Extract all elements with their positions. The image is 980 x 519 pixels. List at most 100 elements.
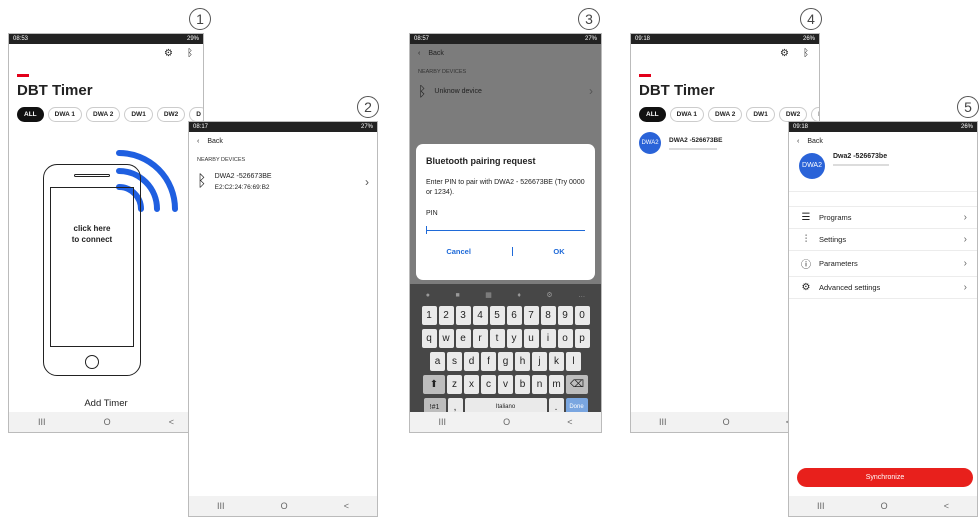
- device-name: Unknow device: [434, 87, 482, 95]
- key[interactable]: 9: [557, 306, 573, 325]
- chip-all[interactable]: ALL: [17, 107, 44, 122]
- add-timer-label[interactable]: Add Timer: [9, 398, 203, 409]
- connect-phone-button[interactable]: click here to connect: [43, 164, 141, 376]
- key[interactable]: 8: [540, 306, 556, 325]
- chip-dwa2[interactable]: DWA 2: [86, 107, 121, 122]
- key[interactable]: l: [566, 352, 581, 371]
- more-icon[interactable]: …: [578, 292, 585, 299]
- recent-apps-button[interactable]: III: [217, 501, 225, 511]
- key[interactable]: q: [421, 329, 437, 348]
- key[interactable]: o: [557, 329, 573, 348]
- gear-icon[interactable]: ⚙: [164, 48, 173, 62]
- menu-settings[interactable]: ⫶ Settings ›: [789, 229, 977, 251]
- home-button[interactable]: O: [281, 501, 288, 511]
- key[interactable]: r: [472, 329, 488, 348]
- phone-caption: click here to connect: [50, 223, 134, 245]
- device-row[interactable]: ᛒ DWA2 -526673BE E2:C2:24:76:69:B2 ›: [189, 167, 377, 197]
- chip-dw2[interactable]: DW2: [778, 107, 808, 122]
- key[interactable]: c: [481, 375, 496, 394]
- home-button[interactable]: O: [881, 501, 888, 511]
- key[interactable]: 0: [574, 306, 590, 325]
- back-row[interactable]: ‹ Back: [789, 132, 977, 151]
- caption-line-1: click here: [73, 224, 111, 233]
- back-label: Back: [807, 138, 823, 145]
- chip-dwa2[interactable]: DWA 2: [708, 107, 743, 122]
- key[interactable]: t: [489, 329, 505, 348]
- key[interactable]: d: [464, 352, 479, 371]
- bluetooth-icon[interactable]: ᛒ: [803, 48, 809, 62]
- gear-icon[interactable]: ⚙: [780, 48, 789, 62]
- backspace-key-icon[interactable]: ⌫: [566, 375, 588, 394]
- key[interactable]: a: [430, 352, 445, 371]
- chip-dwa1[interactable]: DWA 1: [669, 107, 704, 122]
- key[interactable]: z: [447, 375, 462, 394]
- device-row[interactable]: ᛒ Unknow device ›: [410, 79, 601, 103]
- pin-input[interactable]: [426, 221, 585, 234]
- key[interactable]: 2: [438, 306, 454, 325]
- chip-dwa1[interactable]: DWA 1: [47, 107, 82, 122]
- key[interactable]: g: [498, 352, 513, 371]
- back-nav-button[interactable]: <: [567, 417, 572, 427]
- key[interactable]: k: [549, 352, 564, 371]
- menu-programs[interactable]: ☰ Programs ›: [789, 207, 977, 229]
- key[interactable]: v: [498, 375, 513, 394]
- key[interactable]: s: [447, 352, 462, 371]
- ok-button[interactable]: OK: [553, 247, 564, 256]
- key[interactable]: i: [540, 329, 556, 348]
- device-info: DWA2 -526673BE E2:C2:24:76:69:B2: [215, 171, 272, 193]
- cancel-button[interactable]: Cancel: [446, 247, 471, 256]
- key[interactable]: w: [438, 329, 454, 348]
- key[interactable]: 7: [523, 306, 539, 325]
- recent-apps-button[interactable]: III: [659, 417, 667, 427]
- back-row[interactable]: ‹ Back: [189, 132, 377, 151]
- sticker-icon[interactable]: ■: [455, 292, 459, 299]
- chip-dw2[interactable]: DW2: [156, 107, 186, 122]
- home-button[interactable]: O: [723, 417, 730, 427]
- key[interactable]: m: [549, 375, 564, 394]
- key[interactable]: p: [574, 329, 590, 348]
- device-avatar: DWA2: [639, 132, 661, 154]
- back-nav-button[interactable]: <: [944, 501, 949, 511]
- back-nav-button[interactable]: <: [169, 417, 174, 427]
- key[interactable]: 1: [421, 306, 437, 325]
- keyboard: ● ■ ▦ ♦ ⚙ … 1 2 3 4 5 6 7 8 9 0 q w e r …: [410, 284, 601, 432]
- menu-parameters[interactable]: ⓘ Parameters ›: [789, 251, 977, 277]
- back-nav-button[interactable]: <: [344, 501, 349, 511]
- home-button[interactable]: O: [503, 417, 510, 427]
- recent-apps-button[interactable]: III: [439, 417, 447, 427]
- menu-advanced-settings[interactable]: ⚙ Advanced settings ›: [789, 277, 977, 299]
- gear-icon[interactable]: ⚙: [546, 291, 552, 299]
- chip-dw1[interactable]: DW1: [746, 107, 775, 122]
- recent-apps-button[interactable]: III: [817, 501, 825, 511]
- key[interactable]: x: [464, 375, 479, 394]
- synchronize-button[interactable]: Synchronize: [797, 468, 973, 487]
- key[interactable]: j: [532, 352, 547, 371]
- key[interactable]: 3: [455, 306, 471, 325]
- key[interactable]: n: [532, 375, 547, 394]
- key[interactable]: 4: [472, 306, 488, 325]
- home-button[interactable]: O: [104, 417, 111, 427]
- status-battery: 27%: [360, 124, 373, 130]
- chip-dw1[interactable]: DW1: [124, 107, 153, 122]
- key[interactable]: e: [455, 329, 471, 348]
- chip-more[interactable]: D: [811, 107, 819, 122]
- mic-icon[interactable]: ♦: [517, 292, 521, 299]
- key[interactable]: y: [506, 329, 522, 348]
- dialog-actions: Cancel OK: [426, 247, 585, 256]
- key[interactable]: u: [523, 329, 539, 348]
- back-row[interactable]: ‹ Back: [410, 44, 601, 63]
- bluetooth-icon[interactable]: ᛒ: [187, 48, 193, 62]
- key[interactable]: 5: [489, 306, 505, 325]
- key[interactable]: f: [481, 352, 496, 371]
- emoji-icon[interactable]: ●: [426, 292, 430, 299]
- key[interactable]: 6: [506, 306, 522, 325]
- status-bar: 08:53 29%: [9, 34, 203, 44]
- gif-icon[interactable]: ▦: [485, 291, 492, 299]
- chip-more[interactable]: D: [189, 107, 203, 122]
- shift-key-icon[interactable]: ⬆: [423, 375, 445, 394]
- key[interactable]: h: [515, 352, 530, 371]
- chip-all[interactable]: ALL: [639, 107, 666, 122]
- key[interactable]: b: [515, 375, 530, 394]
- status-time: 08:17: [193, 124, 209, 130]
- recent-apps-button[interactable]: III: [38, 417, 46, 427]
